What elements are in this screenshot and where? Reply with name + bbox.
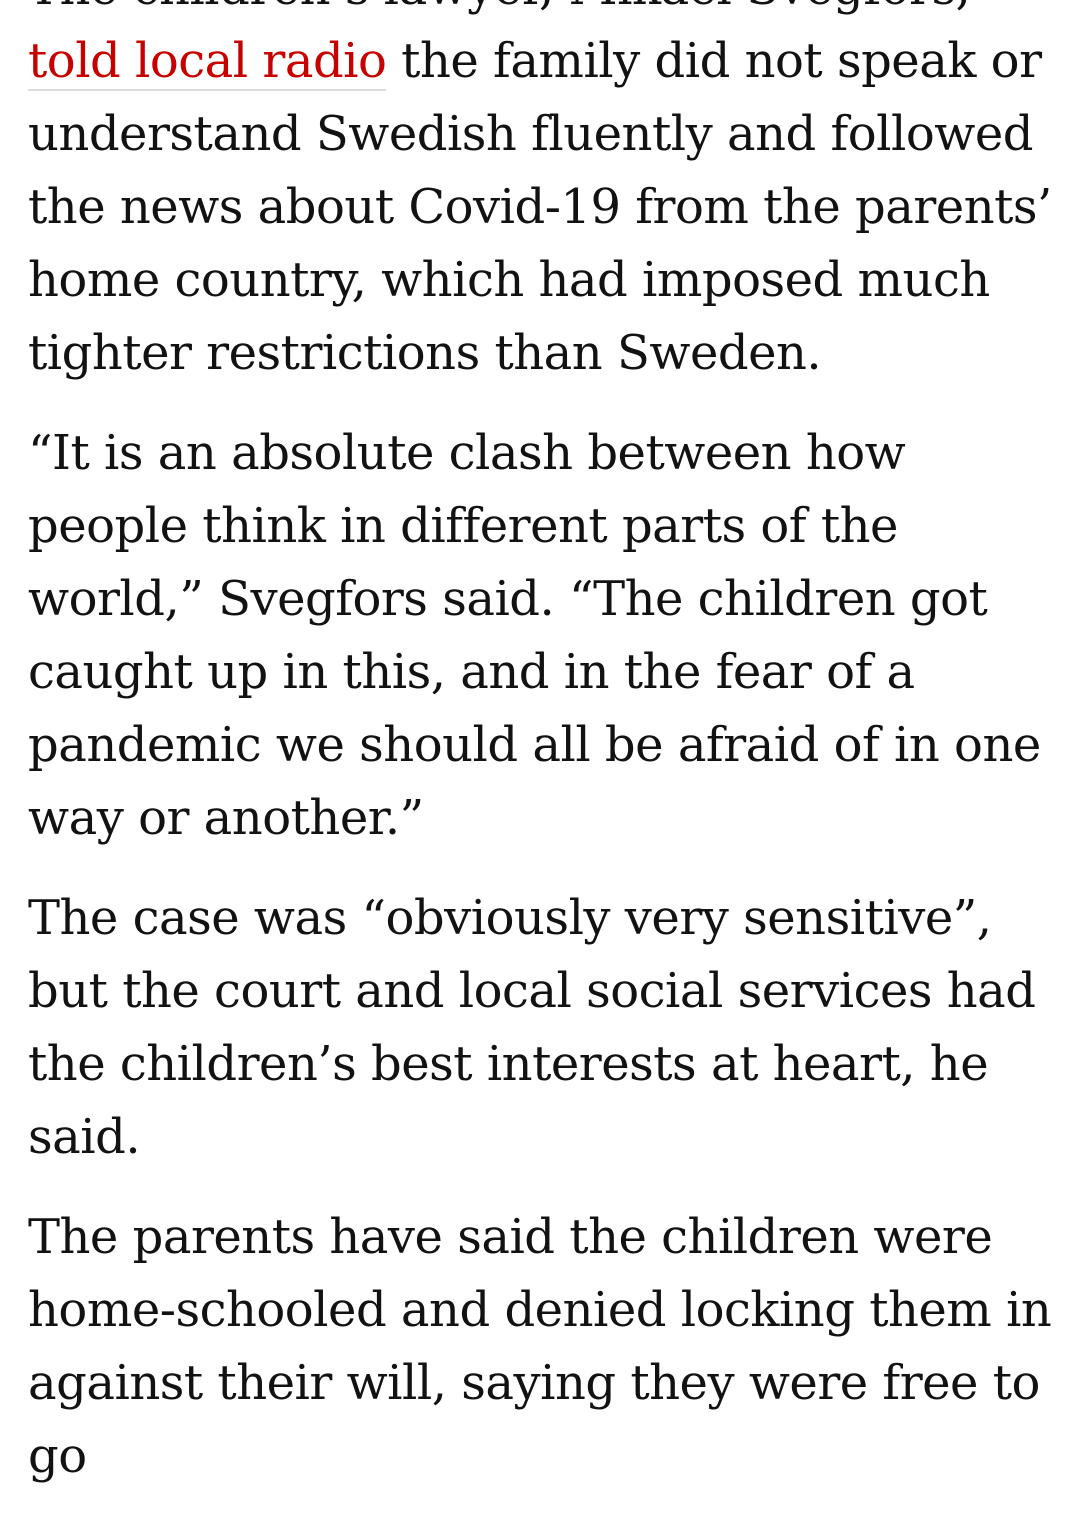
- paragraph-1-text-before: The children’s lawyer, Mikael Svegfors,: [28, 0, 971, 16]
- article-body: The children’s lawyer, Mikael Svegfors, …: [28, 0, 1068, 1520]
- article-paragraph-2: “It is an absolute clash between how peo…: [28, 425, 1041, 846]
- told-local-radio-link[interactable]: told local radio: [28, 33, 387, 91]
- article-paragraph-4: The parents have said the children were …: [28, 1209, 1052, 1484]
- article-paragraph-1: The children’s lawyer, Mikael Svegfors, …: [28, 0, 1068, 390]
- article-paragraph-3: The case was “obviously very sensitive”,…: [28, 890, 1036, 1165]
